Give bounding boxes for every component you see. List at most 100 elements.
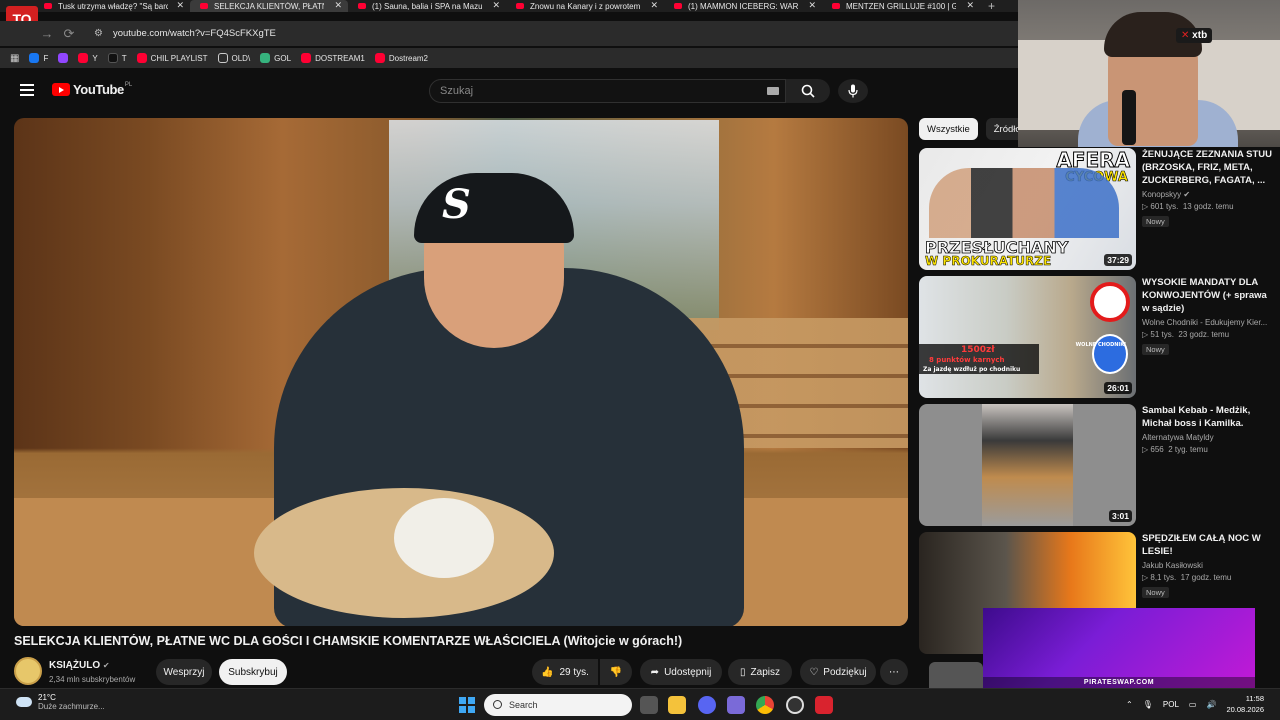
- tab-close-icon[interactable]: ✕: [334, 0, 342, 11]
- tab-close-icon[interactable]: ✕: [650, 0, 658, 11]
- bookmark-item[interactable]: OLD\: [217, 53, 250, 63]
- save-button[interactable]: ▯ Zapisz: [728, 659, 792, 685]
- video-duration: 37:29: [1104, 254, 1132, 266]
- recommended-video[interactable]: 3:01 Sambal Kebab - Medżik, Michał boss …: [919, 404, 1269, 526]
- bookmark-icon: [29, 53, 40, 63]
- recommended-video-info: ŻENUJĄCE ZEZNANIA STUU (BRZOSKA, FRIZ, M…: [1142, 148, 1272, 229]
- tray-chevron-icon[interactable]: ⌃: [1126, 700, 1133, 709]
- like-button[interactable]: 👍 29 tys.: [532, 659, 598, 685]
- url-field[interactable]: ⚙ youtube.com/watch?v=FQ4ScFKXgTE: [94, 28, 276, 39]
- bookmark-item[interactable]: T: [107, 53, 127, 63]
- video-thumbnail[interactable]: AFERA CYCOWA PRZESŁUCHANY W PROKURATURZE…: [919, 148, 1136, 270]
- tab-close-icon[interactable]: ✕: [966, 0, 974, 11]
- recommended-title[interactable]: Sambal Kebab - Medżik, Michał boss i Kam…: [1142, 404, 1272, 430]
- chip-all[interactable]: Wszystkie: [919, 118, 978, 140]
- recommended-video[interactable]: AFERA CYCOWA PRZESŁUCHANY W PROKURATURZE…: [919, 148, 1272, 270]
- bookmark-item[interactable]: DOSTREAM1: [301, 53, 365, 63]
- search-placeholder: Szukaj: [440, 85, 474, 97]
- dislike-button[interactable]: 👎: [600, 659, 632, 685]
- video-thumbnail[interactable]: WOLNE CHODNIKI 1500zł 8 punktów karnych …: [919, 276, 1136, 398]
- clock-date: 20.08.2026: [1226, 705, 1264, 714]
- bookmark-item[interactable]: Dostream2: [374, 53, 428, 63]
- recommended-title[interactable]: WYSOKIE MANDATY DLA KONWOJENTÓW (+ spraw…: [1142, 276, 1272, 315]
- new-tab-icon[interactable]: +: [988, 0, 995, 13]
- record-app-icon[interactable]: [815, 696, 833, 714]
- bookmarks-bar: ▦ F Y T CHIL PLAYLIST OLD\ GOL DOSTREAM1…: [0, 48, 1020, 68]
- partial-thumbnail[interactable]: [929, 662, 983, 688]
- bookmark-label: T: [121, 53, 127, 63]
- video-duration: 3:01: [1108, 510, 1132, 522]
- weather-temperature: 21°C: [38, 693, 56, 702]
- search-input[interactable]: Szukaj: [429, 79, 786, 103]
- app-icon[interactable]: [727, 696, 745, 714]
- weather-widget[interactable]: 21°C Duże zachmurze...: [16, 693, 105, 711]
- thumbs-up-icon: 👍: [541, 666, 554, 678]
- bookmark-item[interactable]: CHIL PLAYLIST: [136, 53, 208, 63]
- screen: Tusk utrzyma władzę? "Są bard ✕ SELEKCJA…: [0, 0, 1280, 720]
- microphone-tray-icon[interactable]: 🎙: [1143, 700, 1153, 709]
- tab-close-icon[interactable]: ✕: [808, 0, 816, 11]
- bookmark-item[interactable]: [58, 53, 69, 63]
- bookmark-save-icon: ▯: [740, 666, 746, 678]
- menu-icon[interactable]: [20, 84, 34, 96]
- volume-icon[interactable]: 🔊: [1206, 700, 1216, 709]
- discord-icon[interactable]: [698, 696, 716, 714]
- bookmark-item[interactable]: F: [29, 53, 48, 63]
- tab-close-icon[interactable]: ✕: [492, 0, 500, 11]
- channel-name[interactable]: KSIĄŻULO ✔: [49, 660, 110, 671]
- bookmark-label: GOL: [274, 53, 292, 63]
- upload-age: 17 godz. temu: [1180, 573, 1232, 582]
- share-button[interactable]: ➦ Udostępnij: [640, 659, 722, 685]
- keyboard-icon[interactable]: [767, 87, 779, 95]
- chrome-icon[interactable]: [756, 696, 774, 714]
- browser-tab-active[interactable]: SELEKCJA KLIENTÓW, PŁATNE W ✕: [190, 0, 348, 12]
- recommended-channel[interactable]: Wolne Chodniki - Edukujemy Kier...: [1142, 318, 1272, 327]
- recommended-title[interactable]: ŻENUJĄCE ZEZNANIA STUU (BRZOSKA, FRIZ, M…: [1142, 148, 1272, 187]
- file-explorer-icon[interactable]: [668, 696, 686, 714]
- view-count: 51 tys.: [1150, 330, 1174, 339]
- video-player[interactable]: [14, 118, 908, 626]
- bookmark-item[interactable]: GOL: [260, 53, 291, 63]
- tab-title: MENTZEN GRILLUJE #100 | Gość: [846, 1, 956, 11]
- recommended-meta: ▷ 601 tys. 13 godz. temu: [1142, 202, 1272, 211]
- thumbnail-text: Za jazdę wzdłuż po chodniku: [923, 366, 1021, 373]
- obs-icon[interactable]: [786, 696, 804, 714]
- youtube-logo[interactable]: YouTube PL: [52, 82, 132, 97]
- more-actions-button[interactable]: ⋯: [880, 659, 908, 685]
- back-icon[interactable]: →: [36, 26, 58, 41]
- recommended-channel[interactable]: Konopskyy ✔: [1142, 190, 1272, 199]
- reload-icon[interactable]: ⟳: [58, 26, 80, 42]
- recommended-channel[interactable]: Alternatywa Matyldy: [1142, 433, 1272, 442]
- thumbnail-no-entry-icon: [1090, 282, 1130, 322]
- subscribe-button[interactable]: Subskrybuj: [219, 659, 287, 685]
- browser-tab[interactable]: MENTZEN GRILLUJE #100 | Gość ✕: [822, 0, 980, 12]
- channel-avatar[interactable]: [14, 657, 42, 685]
- browser-tab[interactable]: Znowu na Kanary i z powrotem ✕: [506, 0, 664, 12]
- language-indicator[interactable]: POL: [1163, 700, 1179, 709]
- video-thumbnail[interactable]: 3:01: [919, 404, 1136, 526]
- recommended-video[interactable]: WOLNE CHODNIKI 1500zł 8 punktów karnych …: [919, 276, 1269, 398]
- start-button[interactable]: [459, 697, 475, 713]
- search-button[interactable]: [786, 79, 830, 103]
- bookmark-item[interactable]: Y: [78, 53, 98, 63]
- task-view-icon[interactable]: [640, 696, 658, 714]
- tab-close-icon[interactable]: ✕: [176, 0, 184, 11]
- save-label: Zapisz: [750, 666, 780, 678]
- related-filter-chips: Wszystkie Źródło: [919, 118, 1029, 140]
- thanks-button[interactable]: ♡ Podziękuj: [800, 659, 876, 685]
- taskbar-search[interactable]: Search: [484, 694, 632, 716]
- recommended-title[interactable]: SPĘDZIŁEM CAŁĄ NOC W LESIE!: [1142, 532, 1272, 558]
- clock[interactable]: 11:58 20.08.2026: [1226, 693, 1264, 715]
- recommended-meta: ▷ 51 tys. 23 godz. temu: [1142, 330, 1272, 339]
- network-icon[interactable]: ▭: [1189, 700, 1197, 709]
- browser-tab[interactable]: (1) Sauna, balia i SPA na Mazur ✕: [348, 0, 506, 12]
- apps-grid-icon[interactable]: ▦: [10, 53, 19, 64]
- browser-tab[interactable]: (1) MAMMON ICEBERG: WARST ✕: [664, 0, 822, 12]
- recommended-channel[interactable]: Jakub Kasiłowski: [1142, 561, 1272, 570]
- support-button[interactable]: Wesprzyj: [156, 659, 212, 685]
- tab-title: (1) Sauna, balia i SPA na Mazur: [372, 1, 482, 11]
- windows-taskbar: 21°C Duże zachmurze... Search ⌃ 🎙 POL ▭ …: [0, 688, 1280, 720]
- new-badge: Nowy: [1142, 216, 1169, 227]
- voice-search-button[interactable]: [838, 79, 868, 103]
- site-info-icon[interactable]: ⚙: [94, 28, 103, 39]
